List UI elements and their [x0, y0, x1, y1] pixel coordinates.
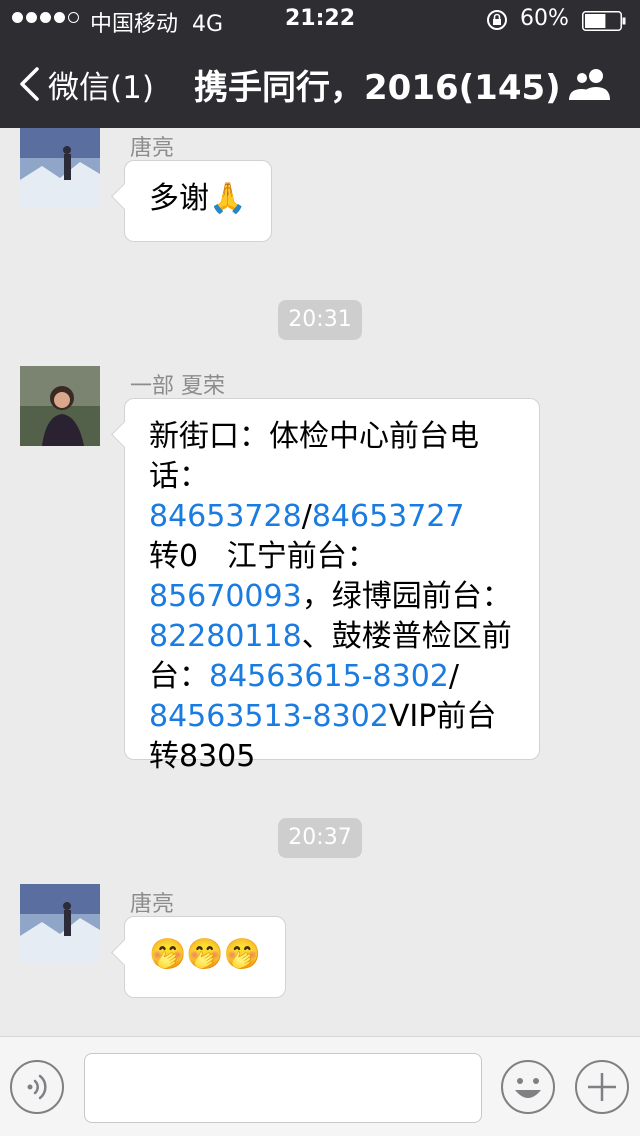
phone-number-link[interactable]: 84653728 [149, 499, 302, 534]
message-text-segment: 新街口：体检中心前台电 [149, 419, 479, 454]
input-toolbar [0, 1036, 640, 1136]
voice-icon[interactable] [9, 1059, 65, 1115]
back-label: 微信(1) [48, 69, 154, 106]
message-line: 转8305 [149, 737, 517, 777]
top-bar: 中国移动 4G 21:22 60% 微信(1) 携手同行，2016(145) [0, 0, 640, 128]
message-text-segment: 转0 江宁前台： [149, 539, 377, 574]
message-text-segment: VIP前台 [388, 699, 497, 734]
message-text: 新街口：体检中心前台电 话：84653728/84653727 转0 江宁前台： 85… [149, 417, 517, 777]
message-text-segment: 话： [149, 459, 209, 494]
phone-number-link[interactable]: 84563615-8302 [209, 659, 449, 694]
message-text-segment: ，绿博园前台： [301, 579, 512, 614]
battery-percentage: 60% [520, 6, 569, 31]
phone-number-link[interactable]: 82280118 [149, 619, 302, 654]
chevron-left-icon [20, 67, 39, 101]
message-line: 85670093，绿博园前台： [149, 577, 517, 617]
message-bubble[interactable]: 新街口：体检中心前台电 话：84653728/84653727 转0 江宁前台： 85… [124, 398, 540, 774]
back-button[interactable]: 微信(1) [18, 62, 154, 106]
phone-number-link[interactable]: 85670093 [149, 579, 302, 614]
message-bubble[interactable]: 多谢🙏 [124, 160, 272, 242]
avatar-sender-2[interactable] [20, 366, 100, 446]
message-input[interactable] [84, 1053, 482, 1123]
chat-title: 携手同行，2016(145) [194, 68, 561, 108]
status-bar: 中国移动 4G 21:22 60% [0, 0, 640, 40]
avatar-sender-1[interactable] [20, 884, 100, 964]
phone-number-link[interactable]: 84653727 [312, 499, 465, 534]
message-bubble[interactable]: 🤭🤭🤭 [124, 916, 286, 998]
message-text-segment: / [301, 499, 312, 534]
phone-number-link[interactable]: 84563513-8302 [149, 699, 389, 734]
message-line: 新街口：体检中心前台电 [149, 417, 517, 457]
chat-history[interactable]: 唐亮 多谢🙏 20:31 一部 夏荣 新街口：体检中心前台电 话： 84653728… [0, 128, 640, 1036]
message-text-segment: 台： [149, 659, 209, 694]
sender-name: 唐亮 [130, 892, 175, 917]
message-line: 82280118、鼓楼普检区前 [149, 617, 517, 657]
message-text: 🤭🤭🤭 [149, 937, 262, 972]
message-line: 转0 江宁前台： [149, 537, 517, 577]
message-text-segment: 转8305 [149, 739, 256, 774]
smiley-icon[interactable] [500, 1059, 556, 1115]
timestamp: 20:31 [278, 300, 362, 340]
avatar-sender-1[interactable] [20, 128, 100, 208]
sender-name: 唐亮 [130, 136, 175, 161]
message-text-segment: / [448, 659, 459, 694]
people-icon[interactable] [566, 66, 614, 102]
sender-name: 一部 夏荣 [130, 374, 225, 399]
navigation-bar: 微信(1) 携手同行，2016(145) [0, 40, 640, 128]
plus-icon[interactable] [574, 1059, 630, 1115]
message-text: 多谢🙏 [149, 181, 247, 216]
message-text-segment: 、鼓楼普检区前 [301, 619, 512, 654]
rotation-lock-icon [487, 10, 507, 30]
message-line: 台：84563615-8302/ [149, 657, 517, 697]
timestamp: 20:37 [278, 818, 362, 858]
message-line: 84563513-8302VIP前台 [149, 697, 517, 737]
message-line: 话： 84653728/84653727 [149, 457, 517, 537]
battery-icon [582, 11, 626, 31]
